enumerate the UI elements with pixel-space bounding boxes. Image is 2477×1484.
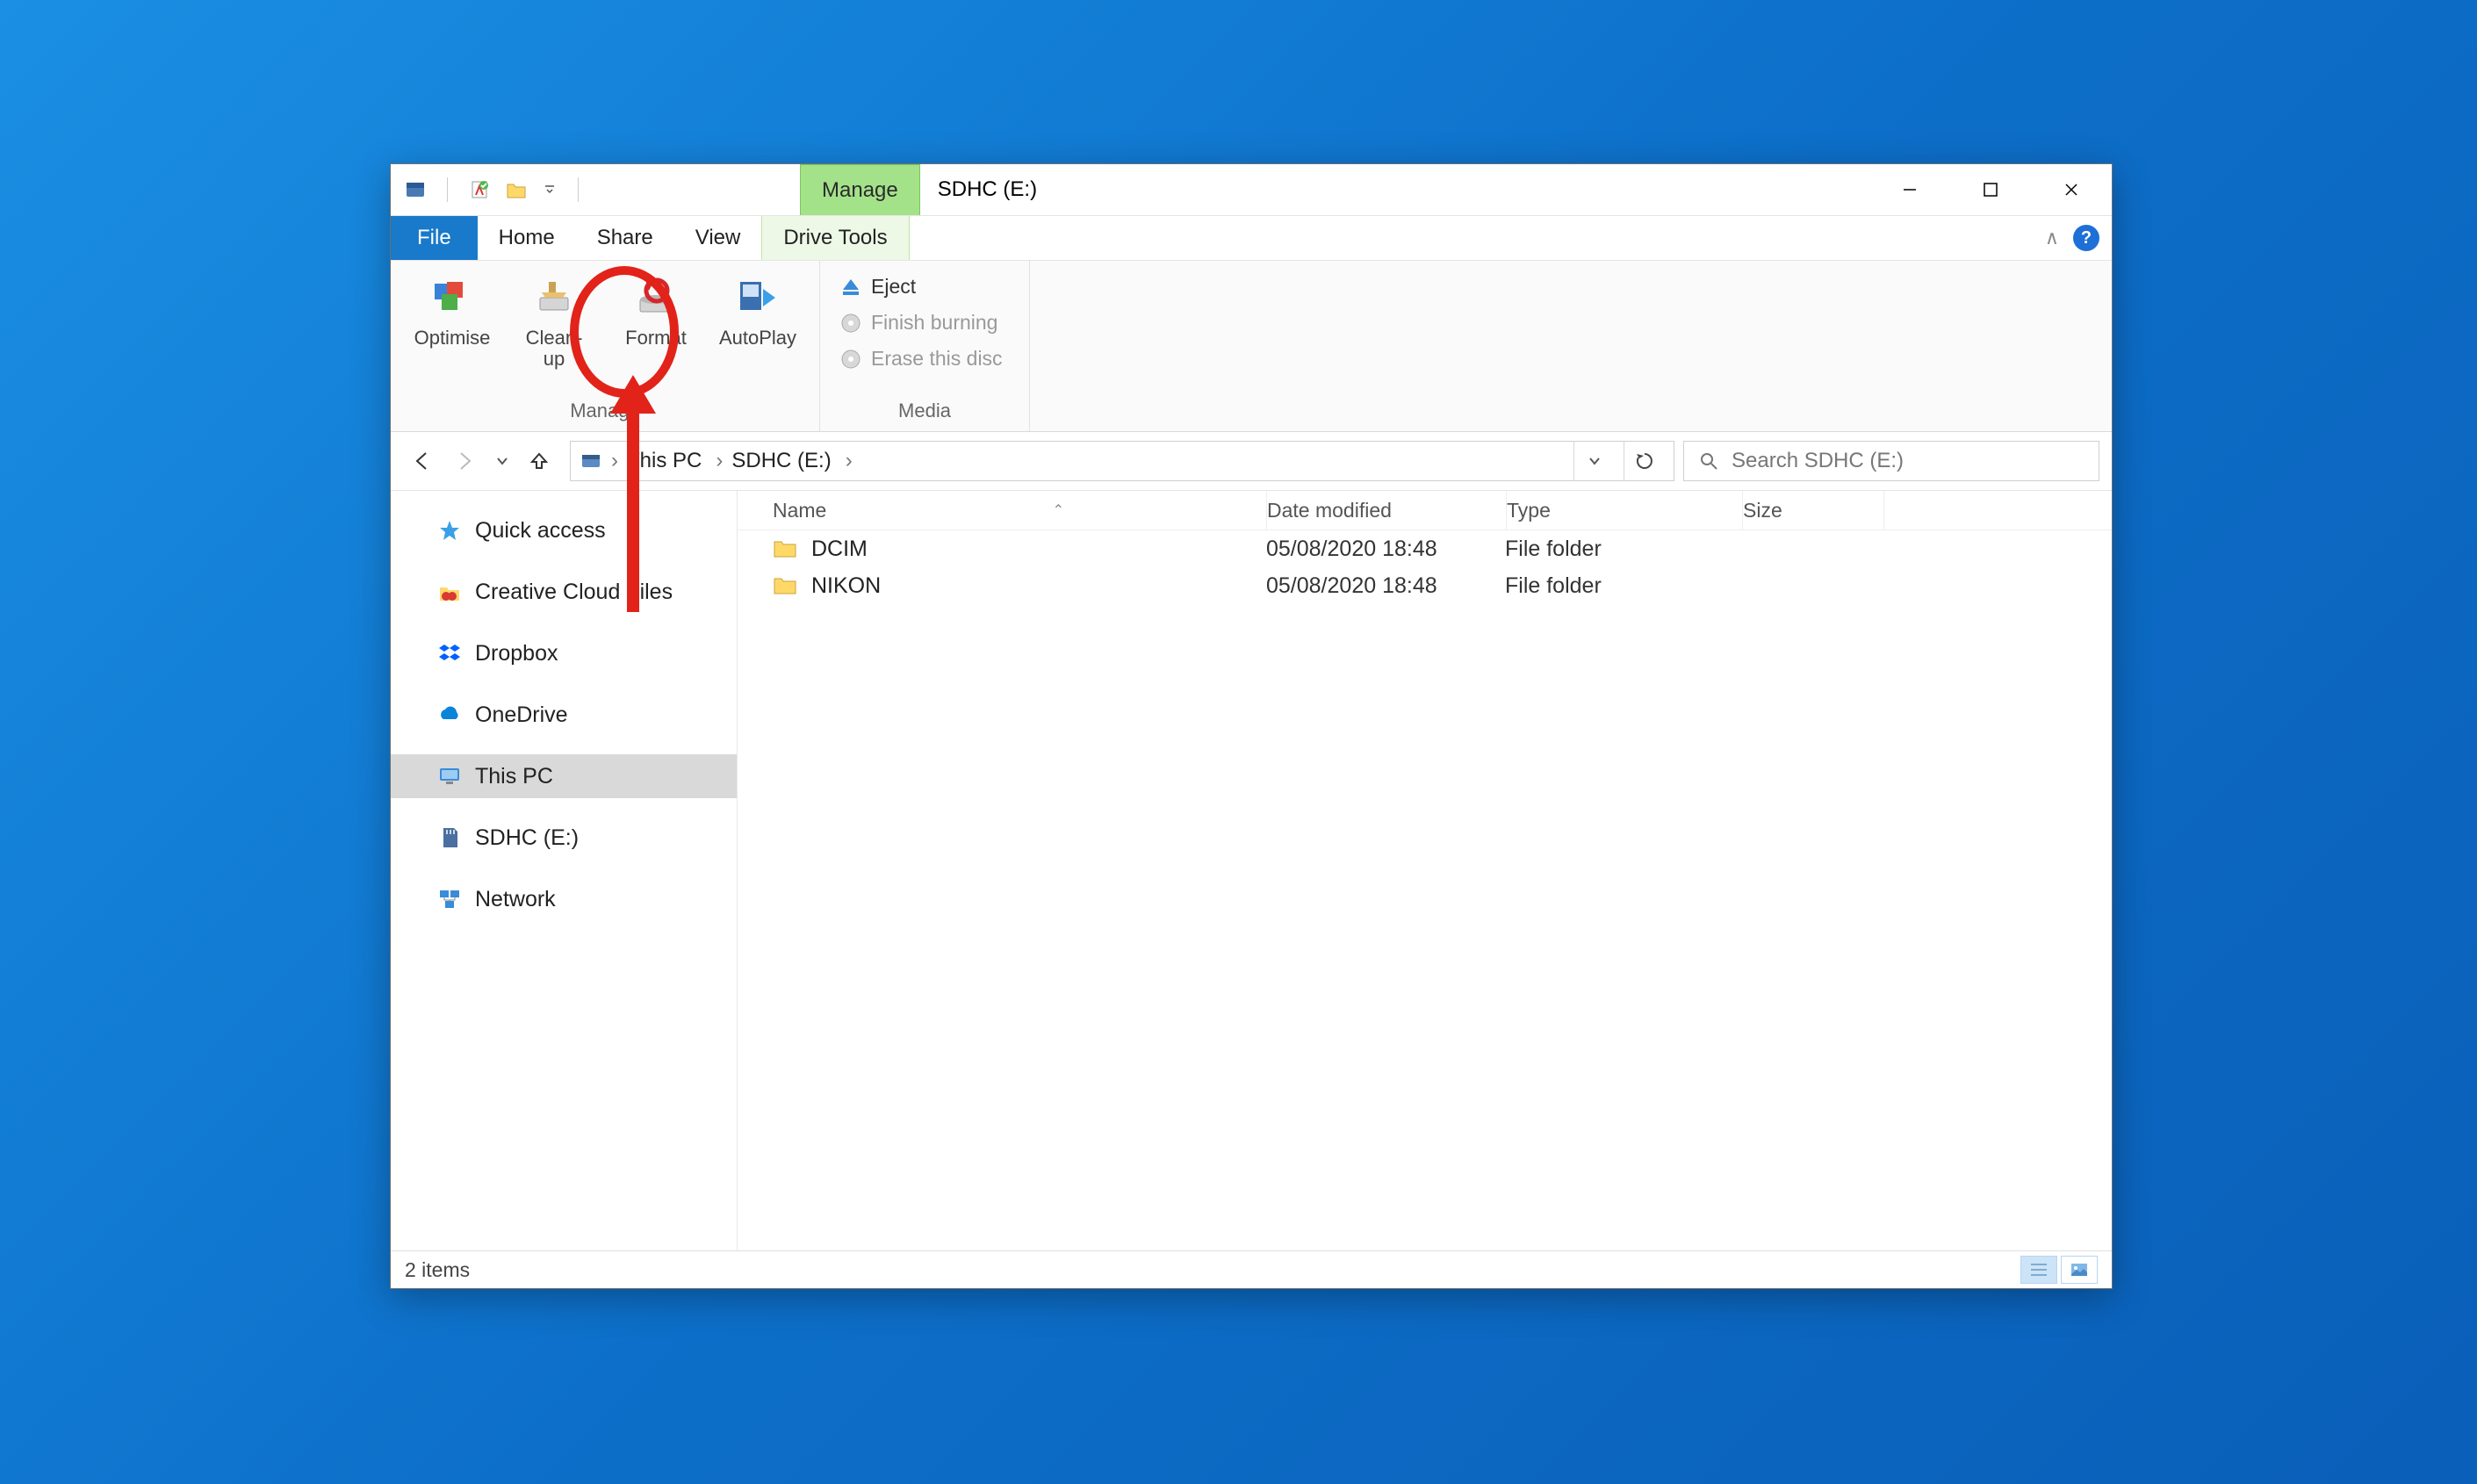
column-headers: Name⌃ Date modified Type Size (738, 491, 2112, 530)
minimize-ribbon-icon[interactable]: ∧ (2045, 227, 2059, 249)
file-row[interactable]: NIKON 05/08/2020 18:48 File folder (738, 567, 2112, 604)
window-title: SDHC (E:) (920, 164, 1869, 215)
nav-dropbox[interactable]: Dropbox (391, 631, 737, 675)
network-icon (436, 886, 463, 912)
refresh-button[interactable] (1624, 442, 1665, 480)
tab-home[interactable]: Home (478, 216, 576, 260)
file-type: File folder (1505, 537, 1740, 562)
creative-cloud-icon (436, 579, 463, 605)
cleanup-button[interactable]: Clean- up (505, 266, 603, 370)
ribbon: Optimise Clean- up Format AutoPlay Manag… (391, 261, 2112, 432)
nav-sdhc[interactable]: SDHC (E:) (391, 816, 737, 860)
erase-disc-button: Erase this disc (832, 343, 1017, 374)
file-name: NIKON (811, 573, 1266, 599)
file-row[interactable]: DCIM 05/08/2020 18:48 File folder (738, 530, 2112, 567)
onedrive-icon (436, 702, 463, 728)
column-name[interactable]: Name⌃ (773, 491, 1267, 529)
nav-onedrive[interactable]: OneDrive (391, 693, 737, 737)
autoplay-icon (733, 273, 782, 322)
dropbox-icon (436, 640, 463, 666)
address-dropdown-icon[interactable] (1573, 442, 1615, 480)
details-view-button[interactable] (2020, 1256, 2057, 1284)
eject-icon (839, 276, 862, 299)
close-button[interactable] (2031, 164, 2112, 215)
star-icon (436, 517, 463, 544)
navigation-pane: Quick access Creative Cloud Files Dropbo… (391, 491, 738, 1250)
disc-erase-icon (839, 348, 862, 371)
crumb-sdhc[interactable]: SDHC (E:)› (731, 449, 852, 473)
file-name: DCIM (811, 537, 1266, 562)
quick-access-toolbar (391, 164, 598, 215)
tab-file[interactable]: File (391, 216, 478, 260)
properties-icon[interactable] (467, 177, 492, 202)
up-button[interactable] (519, 441, 559, 481)
content-pane: Name⌃ Date modified Type Size DCIM 05/08… (738, 491, 2112, 1250)
back-button[interactable] (401, 441, 442, 481)
status-bar: 2 items (391, 1250, 2112, 1288)
breadcrumb[interactable]: › This PC› SDHC (E:)› (570, 441, 1674, 481)
finish-burning-button: Finish burning (832, 307, 1017, 338)
folder-icon (773, 536, 799, 562)
autoplay-button[interactable]: AutoPlay (709, 266, 807, 349)
new-folder-icon[interactable] (504, 177, 529, 202)
ribbon-group-label: Media (898, 396, 951, 428)
nav-this-pc[interactable]: This PC (391, 754, 737, 798)
disc-burn-icon (839, 312, 862, 335)
body: Quick access Creative Cloud Files Dropbo… (391, 491, 2112, 1250)
nav-creative-cloud[interactable]: Creative Cloud Files (391, 570, 737, 614)
ribbon-group-manage: Optimise Clean- up Format AutoPlay Manag… (391, 261, 820, 431)
column-type[interactable]: Type (1507, 491, 1743, 529)
nav-quick-access[interactable]: Quick access (391, 508, 737, 552)
file-explorer-window: Manage SDHC (E:) File Home Share View Dr… (390, 163, 2113, 1289)
context-tab-manage[interactable]: Manage (800, 164, 920, 215)
file-list[interactable]: DCIM 05/08/2020 18:48 File folder NIKON … (738, 530, 2112, 1250)
item-count: 2 items (405, 1258, 470, 1282)
this-pc-icon (436, 763, 463, 789)
cleanup-icon (529, 273, 579, 322)
customize-qat-icon[interactable] (541, 177, 558, 202)
column-size[interactable]: Size (1743, 491, 1884, 529)
tab-drive-tools[interactable]: Drive Tools (761, 216, 909, 260)
address-bar: › This PC› SDHC (E:)› Search SDHC (E:) (391, 432, 2112, 491)
maximize-button[interactable] (1950, 164, 2031, 215)
forward-button[interactable] (445, 441, 486, 481)
recent-locations-button[interactable] (489, 441, 515, 481)
optimise-button[interactable]: Optimise (403, 266, 501, 349)
sd-card-icon (436, 825, 463, 851)
minimize-button[interactable] (1869, 164, 1950, 215)
search-icon (1698, 450, 1719, 472)
ribbon-group-media: Eject Finish burning Erase this disc Med… (820, 261, 1030, 431)
eject-button[interactable]: Eject (832, 271, 1017, 302)
sort-indicator-icon: ⌃ (1053, 501, 1064, 519)
search-input[interactable]: Search SDHC (E:) (1683, 441, 2099, 481)
ribbon-group-label: Manage (570, 396, 640, 428)
titlebar: Manage SDHC (E:) (391, 164, 2112, 216)
app-icon (403, 177, 428, 202)
folder-icon (773, 573, 799, 599)
tab-share[interactable]: Share (576, 216, 674, 260)
ribbon-tabs: File Home Share View Drive Tools ∧ ? (391, 216, 2112, 261)
file-type: File folder (1505, 573, 1740, 599)
nav-network[interactable]: Network (391, 877, 737, 921)
crumb-this-pc[interactable]: This PC› (627, 449, 723, 473)
column-date-modified[interactable]: Date modified (1267, 491, 1507, 529)
file-date: 05/08/2020 18:48 (1266, 573, 1505, 599)
tab-view[interactable]: View (674, 216, 762, 260)
format-button[interactable]: Format (607, 266, 705, 349)
drive-icon (580, 450, 602, 472)
file-date: 05/08/2020 18:48 (1266, 537, 1505, 562)
optimise-icon (428, 273, 477, 322)
thumbnails-view-button[interactable] (2061, 1256, 2098, 1284)
help-icon[interactable]: ? (2073, 225, 2099, 251)
format-icon (631, 273, 680, 322)
